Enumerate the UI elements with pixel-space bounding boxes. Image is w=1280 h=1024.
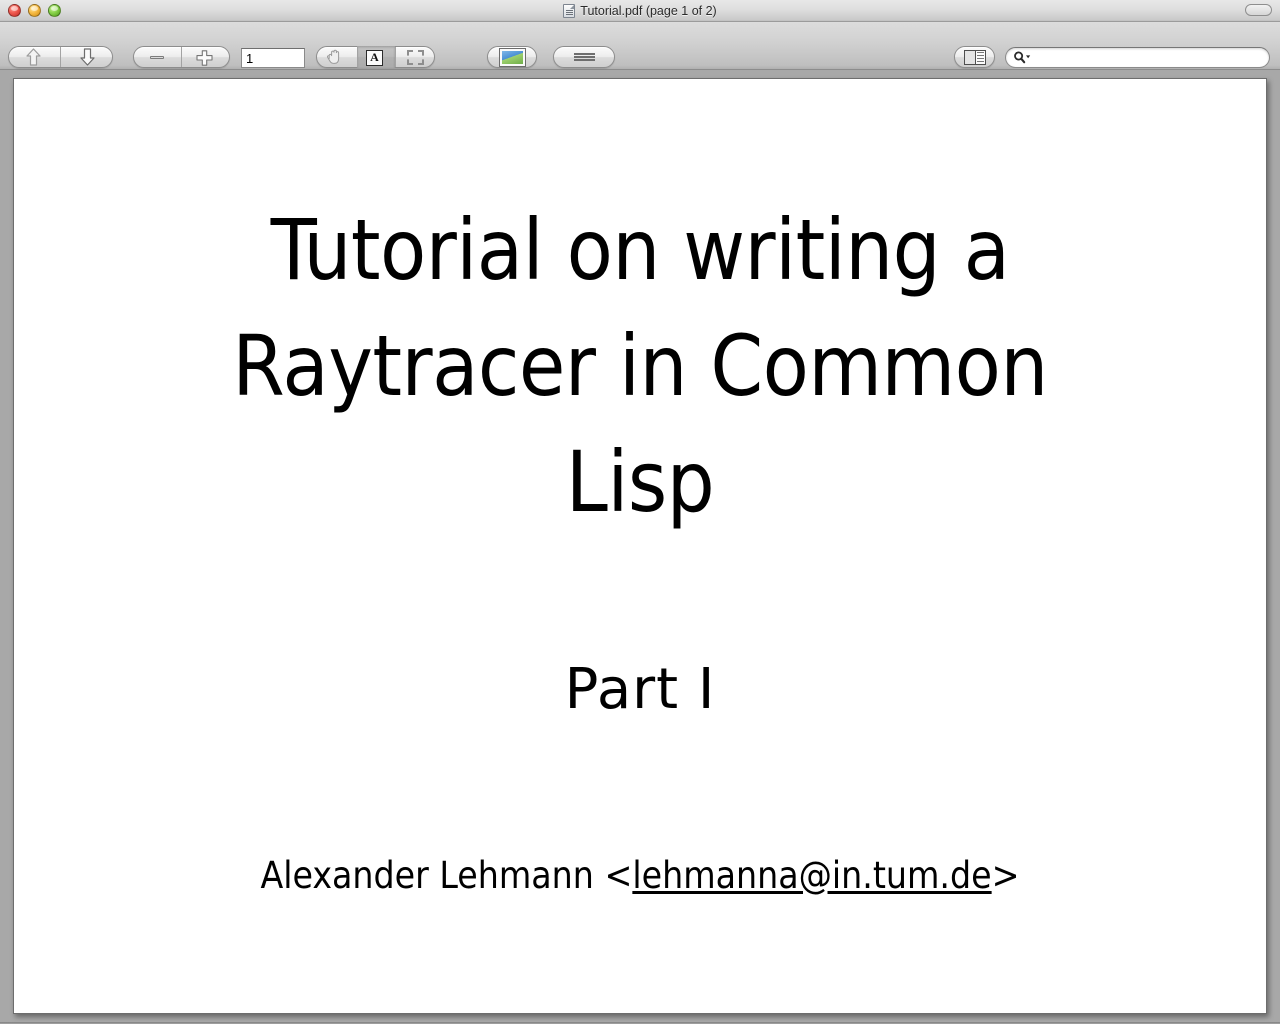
author-bracket-close: > (991, 854, 1020, 897)
page-number-input[interactable] (241, 48, 305, 68)
marquee-select-icon[interactable] (407, 50, 424, 65)
pdf-title: Tutorial on writing a Raytracer in Commo… (232, 201, 1048, 531)
pdf-part-heading: Part I (564, 657, 716, 722)
pdf-author-line: Alexander Lehmann <lehmanna@in.tum.de> (14, 854, 1266, 898)
segment-divider (395, 47, 396, 67)
segment-divider (181, 47, 182, 67)
close-button[interactable] (8, 4, 21, 17)
document-view: Tutorial on writing a Raytracer in Commo… (0, 70, 1280, 1024)
window-title-text: Tutorial.pdf (page 1 of 2) (580, 4, 717, 18)
preview-window: Tutorial.pdf (page 1 of 2) Previous Next (0, 0, 1280, 1024)
search-input[interactable] (1033, 49, 1258, 66)
actual-size-icon (574, 53, 595, 61)
author-email-link[interactable]: lehmanna@in.tum.de (632, 854, 991, 897)
pdf-document-icon (563, 4, 576, 18)
segment-divider (60, 47, 61, 67)
traffic-light-group (8, 4, 61, 17)
letter-a-icon[interactable]: A (366, 50, 383, 66)
search-magnifier-icon[interactable] (1013, 51, 1032, 64)
zoom-button[interactable] (48, 4, 61, 17)
window-title-bar: Tutorial.pdf (page 1 of 2) (0, 0, 1280, 22)
window-title-area: Tutorial.pdf (page 1 of 2) (0, 0, 1280, 22)
toolbar-show-hide-button[interactable] (1245, 4, 1272, 16)
zoom-out-icon[interactable] (150, 56, 164, 59)
minimize-button[interactable] (28, 4, 41, 17)
segment-divider (357, 47, 358, 67)
previous-page-icon[interactable] (25, 48, 42, 66)
toolbar: Previous Next Zoom Page (0, 22, 1280, 84)
pdf-page-container: Tutorial on writing a Raytracer in Commo… (13, 78, 1267, 1014)
fit-image-icon (499, 48, 526, 67)
next-page-icon[interactable] (79, 48, 96, 66)
pdf-page: Tutorial on writing a Raytracer in Commo… (14, 79, 1266, 1013)
hand-icon[interactable] (326, 49, 344, 65)
zoom-in-icon[interactable] (196, 50, 213, 66)
sidebar-panel-icon (964, 50, 986, 65)
author-name: Alexander Lehmann < (260, 854, 633, 897)
